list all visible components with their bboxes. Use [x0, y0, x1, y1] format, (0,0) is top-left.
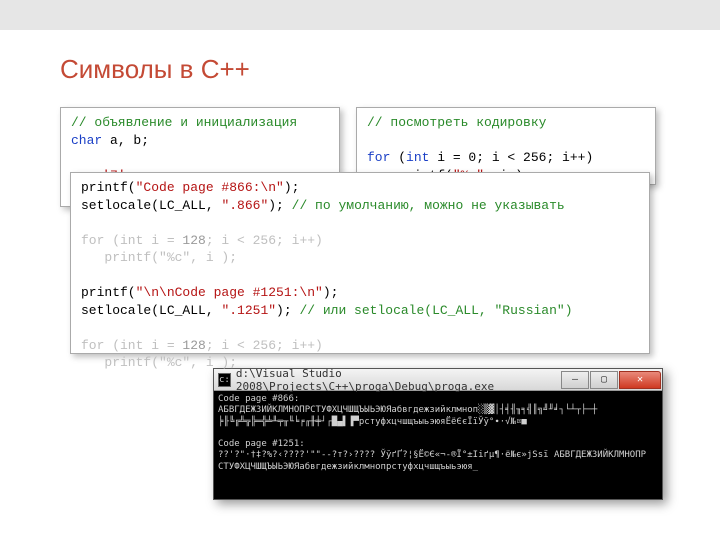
for-rest: i = 0; i < 256; i++) [429, 150, 593, 165]
slide-header-bar [0, 0, 720, 30]
c-line6: СТУФХЦЧШЩЪЫЬЭЮЯабвгдежзийклмнопрстуфхцчш… [218, 462, 478, 472]
c-line2: АБВГДЕЖЗИЙКЛМНОПРСТУФХЦЧШЩЪЫЬЭЮЯабвгдежз… [218, 405, 597, 415]
l6s: ".1251" [221, 303, 276, 318]
for-open: ( [390, 150, 406, 165]
faded-for1a: for (int i = [81, 233, 182, 248]
c-line4: Code page #1251: [218, 439, 305, 449]
console-window: c: d:\Visual Studio 2008\Projects\C++\pr… [213, 368, 663, 500]
close-button[interactable]: ✕ [619, 371, 661, 389]
kw-char: char [71, 133, 102, 148]
console-titlebar: c: d:\Visual Studio 2008\Projects\C++\pr… [214, 369, 662, 391]
faded-printf1: printf("%c", i ); [81, 250, 237, 265]
l2s: ".866" [221, 198, 268, 213]
c-line1: Code page #866: [218, 394, 299, 404]
decl-rest: a, b; [102, 133, 149, 148]
c-line5: ??'?"·†‡?%?‹????'""--?т?›???? ЎўґҐ?¦§Ё©Є… [218, 450, 646, 460]
console-title-text: d:\Visual Studio 2008\Projects\C++\proga… [236, 367, 561, 393]
l5a: printf( [81, 285, 136, 300]
l2b: ); [268, 198, 291, 213]
faded-for2a: for (int i = [81, 338, 182, 353]
slide-title: Символы в C++ [0, 30, 720, 103]
faded-for2b: ; i < 256; i++) [206, 338, 323, 353]
kw-int: int [406, 150, 429, 165]
faded-for1b: ; i < 256; i++) [206, 233, 323, 248]
console-app-icon: c: [218, 373, 231, 387]
faded-for1-num: 128 [182, 233, 205, 248]
l1s: "Code page #866:\n" [136, 180, 284, 195]
comment: // объявление и инициализация [71, 115, 297, 130]
comment: // посмотреть кодировку [367, 115, 546, 130]
l1b: ); [284, 180, 300, 195]
l6b: ); [276, 303, 299, 318]
minimize-button[interactable]: — [561, 371, 589, 389]
c-line3: ╞╟╚╔╩╦╠═╬╧╨╤╥╙╘╒╓╫╪┘┌█▄▌▐▀рстуфхцчшщъыьэ… [218, 417, 527, 427]
faded-printf2: printf("%c", i ); [81, 355, 237, 370]
window-buttons: — ▢ ✕ [561, 371, 662, 389]
l5s: "\n\nCode page #1251:\n" [136, 285, 323, 300]
l5b: ); [323, 285, 339, 300]
l1a: printf( [81, 180, 136, 195]
code-box-setlocale: printf("Code page #866:\n"); setlocale(L… [70, 172, 650, 354]
l2a: setlocale(LC_ALL, [81, 198, 221, 213]
l2c: // по умолчанию, можно не указывать [292, 198, 565, 213]
faded-for2-num: 128 [182, 338, 205, 353]
l6a: setlocale(LC_ALL, [81, 303, 221, 318]
l6c: // или setlocale(LC_ALL, "Russian") [299, 303, 572, 318]
kw-for: for [367, 150, 390, 165]
console-output: Code page #866: АБВГДЕЖЗИЙКЛМНОПРСТУФХЦЧ… [214, 391, 662, 499]
maximize-button[interactable]: ▢ [590, 371, 618, 389]
